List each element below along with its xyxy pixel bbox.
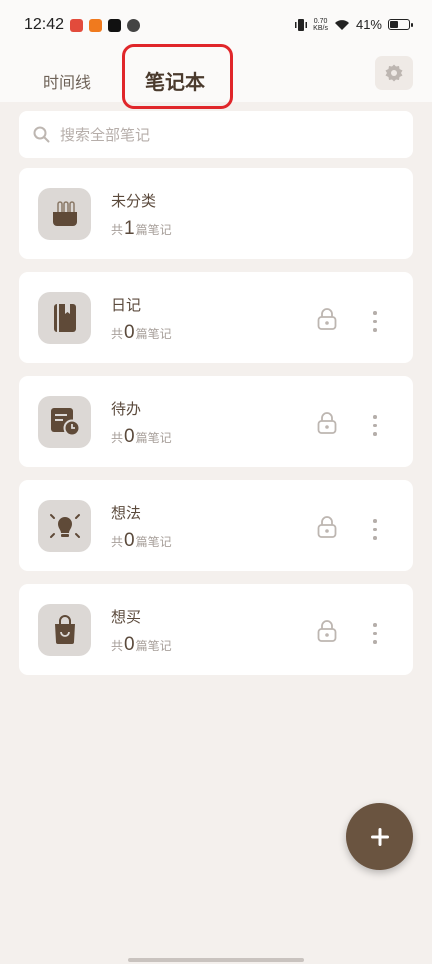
more-options-icon[interactable] bbox=[373, 623, 377, 644]
notebook-title: 想法 bbox=[111, 504, 142, 522]
notebook-title: 想买 bbox=[111, 608, 142, 626]
notebook-card-ideas[interactable]: 想法 共 0 篇笔记 bbox=[19, 480, 413, 571]
network-speed: 0.70 KB/s bbox=[313, 17, 328, 32]
notebook-count: 共 0 篇笔记 bbox=[111, 634, 172, 655]
more-options-icon[interactable] bbox=[373, 311, 377, 332]
lightbulb-icon bbox=[38, 500, 91, 552]
more-options-icon[interactable] bbox=[373, 415, 377, 436]
status-right: 0.70 KB/s 41% bbox=[295, 17, 413, 32]
vibrate-icon bbox=[295, 18, 308, 31]
notebook-card-wishlist[interactable]: 想买 共 0 篇笔记 bbox=[19, 584, 413, 675]
lock-icon[interactable] bbox=[317, 516, 337, 538]
search-icon bbox=[33, 126, 50, 143]
todo-clock-icon bbox=[38, 396, 91, 448]
more-options-icon[interactable] bbox=[373, 519, 377, 540]
lock-icon[interactable] bbox=[317, 620, 337, 642]
wifi-icon bbox=[334, 19, 349, 30]
lock-icon[interactable] bbox=[317, 308, 337, 330]
tab-timeline[interactable]: 时间线 bbox=[43, 69, 91, 93]
leaf-app-icon bbox=[127, 19, 140, 32]
notebook-count: 共 0 篇笔记 bbox=[111, 530, 172, 551]
notebook-count: 共 1 篇笔记 bbox=[111, 218, 172, 239]
notebook-title: 未分类 bbox=[111, 192, 157, 210]
add-notebook-button[interactable] bbox=[346, 803, 413, 870]
notebook-card-uncategorized[interactable]: 未分类 共 1 篇笔记 bbox=[19, 168, 413, 259]
home-indicator[interactable] bbox=[128, 958, 304, 962]
diary-book-icon bbox=[38, 292, 91, 344]
settings-button[interactable] bbox=[375, 56, 413, 90]
plus-icon bbox=[370, 827, 389, 846]
search-bar[interactable]: 搜索全部笔记 bbox=[19, 111, 413, 158]
orange-app-icon bbox=[89, 19, 102, 32]
notification-icons bbox=[70, 19, 140, 32]
notebook-count: 共 0 篇笔记 bbox=[111, 322, 172, 343]
notebook-title: 待办 bbox=[111, 400, 142, 418]
notebook-card-diary[interactable]: 日记 共 0 篇笔记 bbox=[19, 272, 413, 363]
tiktok-icon bbox=[108, 19, 121, 32]
notebook-card-todo[interactable]: 待办 共 0 篇笔记 bbox=[19, 376, 413, 467]
tab-notebook[interactable]: 笔记本 bbox=[145, 66, 205, 95]
basket-icon bbox=[38, 188, 91, 240]
search-input[interactable]: 搜索全部笔记 bbox=[60, 124, 150, 145]
gear-icon bbox=[385, 64, 403, 82]
notebook-count: 共 0 篇笔记 bbox=[111, 426, 172, 447]
battery-percent: 41% bbox=[355, 17, 382, 32]
news-icon bbox=[70, 19, 83, 32]
lock-icon[interactable] bbox=[317, 412, 337, 434]
shopping-bag-icon bbox=[38, 604, 91, 656]
status-time: 12:42 bbox=[24, 16, 65, 33]
notebook-title: 日记 bbox=[111, 296, 142, 314]
battery-icon bbox=[388, 19, 413, 30]
